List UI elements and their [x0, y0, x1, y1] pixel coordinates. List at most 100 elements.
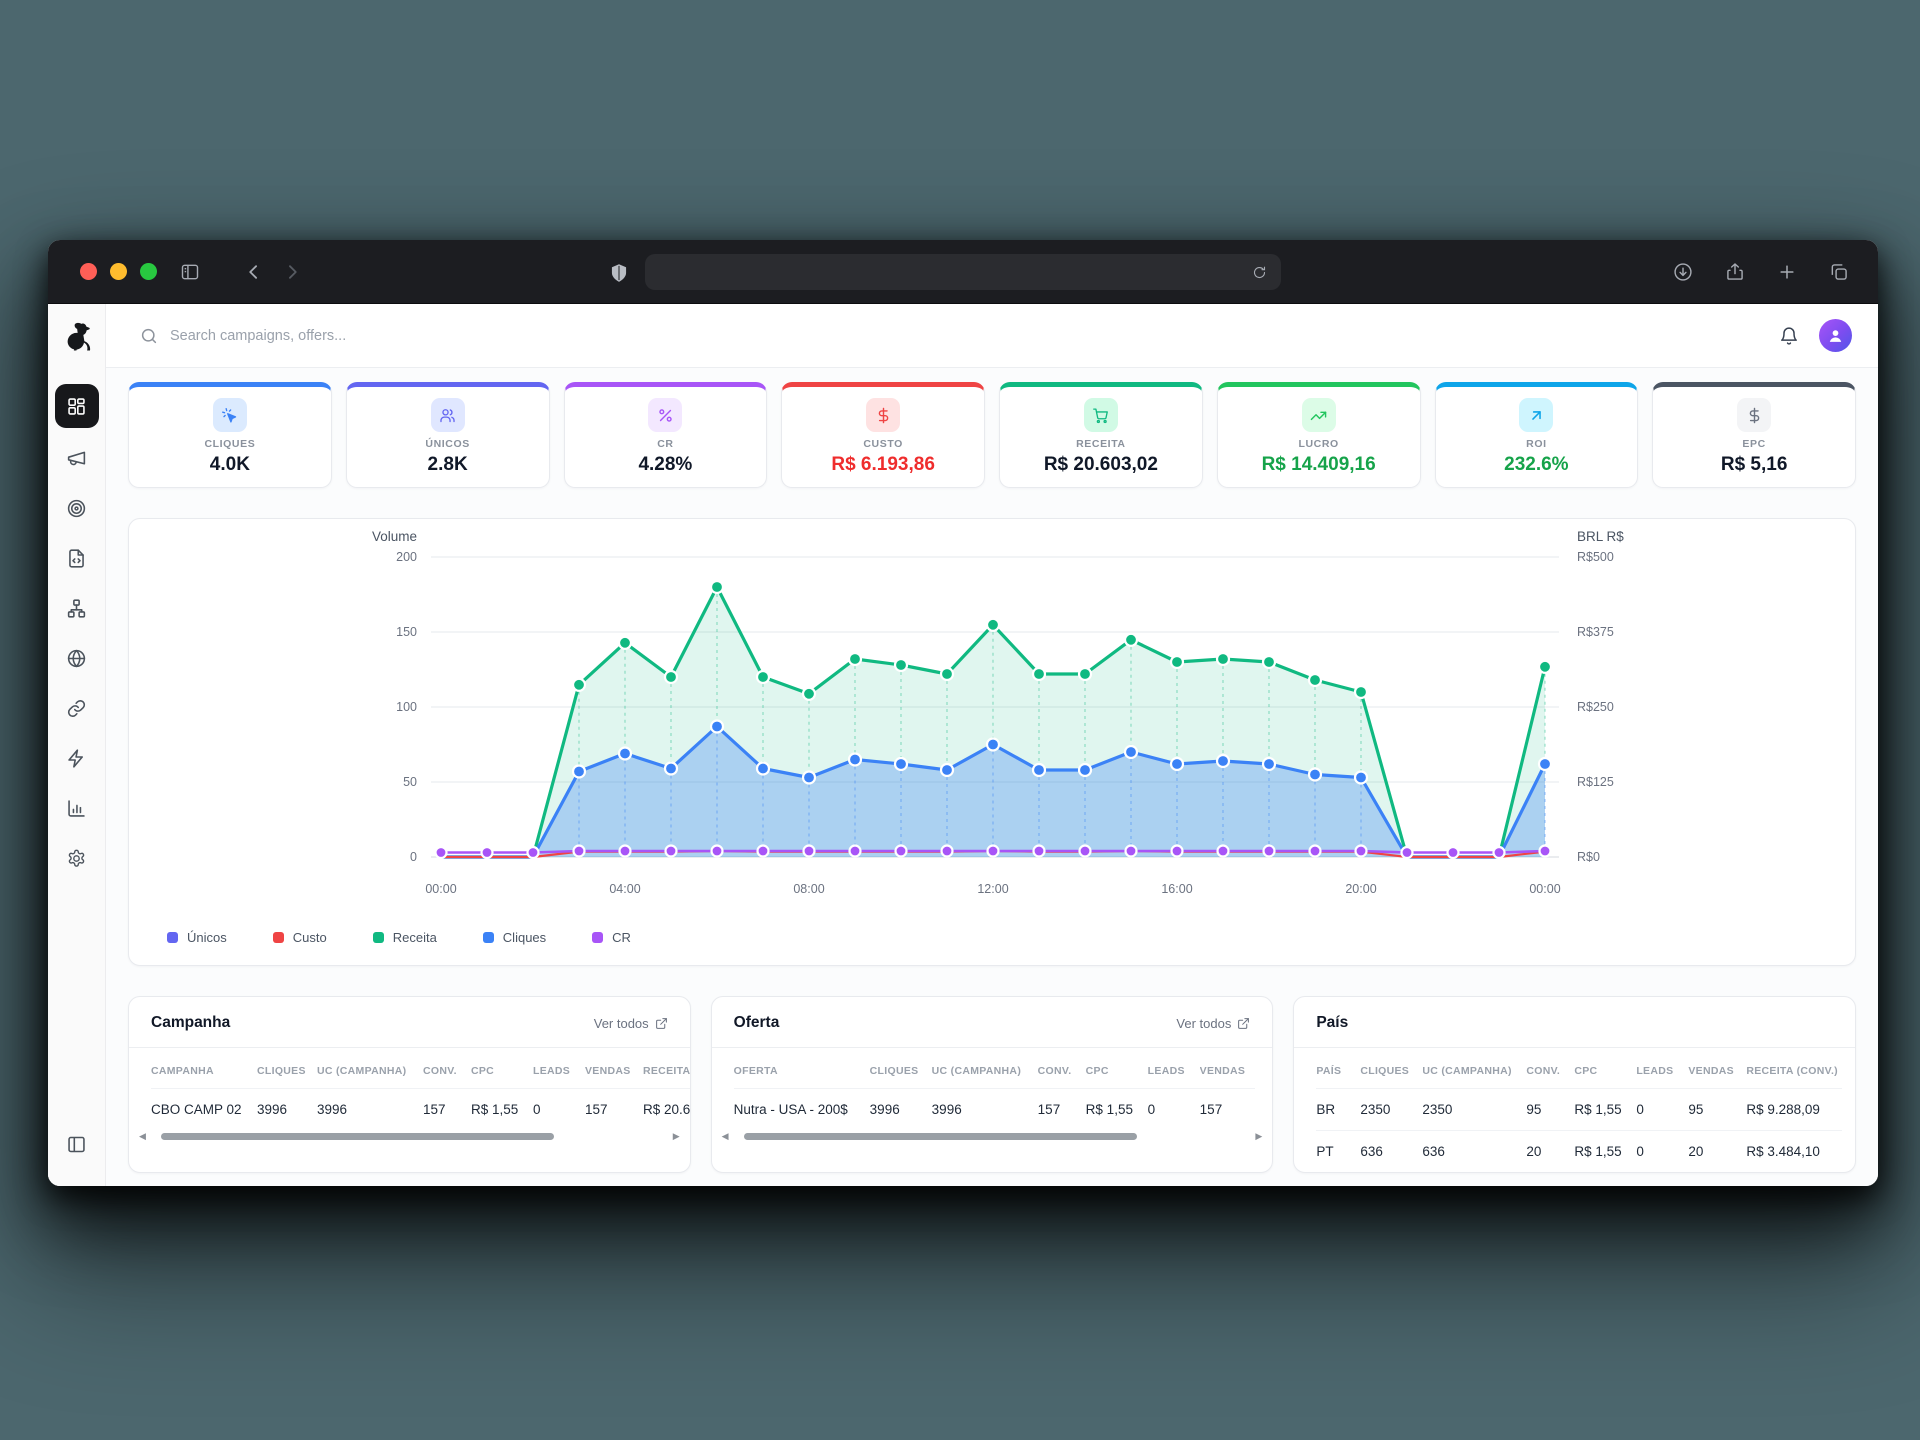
table-cell: PT: [1316, 1131, 1360, 1173]
kpi-label: EPC: [1742, 438, 1765, 450]
forward-button[interactable]: [273, 253, 311, 291]
legend-item-cr[interactable]: CR: [592, 930, 631, 945]
arrow-up-right-icon: [1519, 398, 1553, 432]
table-cell: R$ 20.603,02: [643, 1089, 690, 1131]
cart-icon: [1084, 398, 1118, 432]
app-logo[interactable]: [48, 304, 105, 368]
svg-text:20:00: 20:00: [1345, 882, 1376, 896]
sidebar-item-scripts[interactable]: [57, 538, 97, 578]
column-header: UC (CAMPANHA): [932, 1052, 1038, 1089]
column-header: LEADS: [1148, 1052, 1200, 1089]
legend-label: Únicos: [187, 930, 227, 945]
table-cell: 3996: [257, 1089, 317, 1131]
table-card-campanha: CampanhaVer todosCAMPANHACLIQUESUC (CAMP…: [128, 996, 691, 1173]
legend-item-custo[interactable]: Custo: [273, 930, 327, 945]
svg-text:00:00: 00:00: [1529, 882, 1560, 896]
table-cell: R$ 9.288,09: [1746, 1089, 1842, 1131]
notifications-bell-icon[interactable]: [1771, 318, 1807, 354]
svg-text:50: 50: [403, 775, 417, 789]
avatar[interactable]: [1819, 319, 1852, 352]
minimize-button[interactable]: [110, 263, 127, 280]
column-header: CPC: [1574, 1052, 1636, 1089]
scroll-left-arrow[interactable]: ◀: [139, 1132, 146, 1141]
kpi-label: ÚNICOS: [425, 438, 469, 450]
legend-item-receita[interactable]: Receita: [373, 930, 437, 945]
table-cell: R$ 1,55: [471, 1089, 533, 1131]
table-cell: 0: [1636, 1089, 1688, 1131]
sidebar-item-dashboard[interactable]: [55, 384, 99, 428]
scroll-right-arrow[interactable]: ▶: [1255, 1132, 1262, 1141]
kpi-value: R$ 14.409,16: [1262, 454, 1376, 476]
sidebar-item-structure[interactable]: [57, 588, 97, 628]
svg-text:200: 200: [396, 550, 417, 564]
kpi-value: R$ 5,16: [1721, 454, 1788, 476]
legend-item-cliques[interactable]: Cliques: [483, 930, 546, 945]
legend-item-únicos[interactable]: Únicos: [167, 930, 227, 945]
kpi-label: ROI: [1526, 438, 1546, 450]
search-box[interactable]: [140, 327, 1759, 345]
back-button[interactable]: [235, 253, 273, 291]
horizontal-scrollbar[interactable]: ◀ ▶: [129, 1130, 690, 1151]
tab-overview-button[interactable]: [1820, 253, 1858, 291]
legend-swatch: [273, 932, 284, 943]
new-tab-button[interactable]: [1768, 253, 1806, 291]
svg-text:00:00: 00:00: [425, 882, 456, 896]
shield-icon[interactable]: [600, 254, 638, 292]
legend-swatch: [167, 932, 178, 943]
sidebar-item-links[interactable]: [57, 688, 97, 728]
kpi-value: 2.8K: [428, 454, 468, 476]
globe-icon: [66, 648, 87, 669]
svg-text:04:00: 04:00: [609, 882, 640, 896]
address-bar[interactable]: [645, 254, 1281, 290]
ver-todos-link[interactable]: Ver todos: [1176, 1016, 1250, 1031]
svg-text:R$500: R$500: [1577, 550, 1614, 564]
table-card-oferta: OfertaVer todosOFERTACLIQUESUC (CAMPANHA…: [711, 996, 1274, 1173]
kpi-label: LUCRO: [1298, 438, 1338, 450]
scrollbar-thumb[interactable]: [744, 1133, 1137, 1140]
app-sidebar: [48, 304, 106, 1186]
sidebar-item-settings[interactable]: [57, 838, 97, 878]
legend-label: Cliques: [503, 930, 546, 945]
table-cell: 95: [1526, 1089, 1574, 1131]
kpi-label: CUSTO: [863, 438, 903, 450]
column-header: RECEITA (CONV.): [1746, 1052, 1842, 1089]
dog-logo-icon: [62, 321, 92, 351]
legend-label: Custo: [293, 930, 327, 945]
scroll-right-arrow[interactable]: ▶: [673, 1132, 680, 1141]
sidebar-item-tracking[interactable]: [57, 488, 97, 528]
table-row[interactable]: Nutra - USA - 200$39963996157R$ 1,550157: [734, 1089, 1255, 1131]
link-icon: [66, 698, 87, 719]
downloads-button[interactable]: [1664, 253, 1702, 291]
scrollbar-track[interactable]: [151, 1132, 668, 1141]
table-cell: Nutra - USA - 200$: [734, 1089, 870, 1131]
sidebar-item-campaigns[interactable]: [57, 438, 97, 478]
reload-icon[interactable]: [1247, 260, 1271, 284]
table-cell: R$ 1,55: [1574, 1131, 1636, 1173]
sidebar-collapse-button[interactable]: [57, 1124, 97, 1164]
table-row[interactable]: PT63663620R$ 1,55020R$ 3.484,10: [1316, 1131, 1842, 1173]
scroll-left-arrow[interactable]: ◀: [722, 1132, 729, 1141]
zap-icon: [66, 748, 87, 769]
ver-todos-link[interactable]: Ver todos: [594, 1016, 668, 1031]
table-cell: 0: [1636, 1131, 1688, 1173]
scrollbar-track[interactable]: [734, 1132, 1251, 1141]
close-button[interactable]: [80, 263, 97, 280]
table-cell: 2350: [1422, 1089, 1526, 1131]
column-header: VENDAS: [1200, 1052, 1255, 1089]
sidebar-item-automation[interactable]: [57, 738, 97, 778]
sidebar-item-domains[interactable]: [57, 638, 97, 678]
kpi-card-unicos: ÚNICOS 2.8K: [346, 382, 550, 488]
svg-text:R$375: R$375: [1577, 625, 1614, 639]
horizontal-scrollbar[interactable]: ◀ ▶: [712, 1130, 1273, 1151]
scrollbar-thumb[interactable]: [161, 1133, 554, 1140]
share-button[interactable]: [1716, 253, 1754, 291]
legend-label: CR: [612, 930, 631, 945]
table-row[interactable]: BR2350235095R$ 1,55095R$ 9.288,09: [1316, 1089, 1842, 1131]
sidebar-toggle-icon[interactable]: [171, 253, 209, 291]
search-input[interactable]: [170, 328, 590, 344]
table-row[interactable]: CBO CAMP 0239963996157R$ 1,550157R$ 20.6…: [151, 1089, 690, 1131]
dollar-icon: [1737, 398, 1771, 432]
sidebar-item-reports[interactable]: [57, 788, 97, 828]
table-cell: R$ 1,55: [1574, 1089, 1636, 1131]
zoom-button[interactable]: [140, 263, 157, 280]
